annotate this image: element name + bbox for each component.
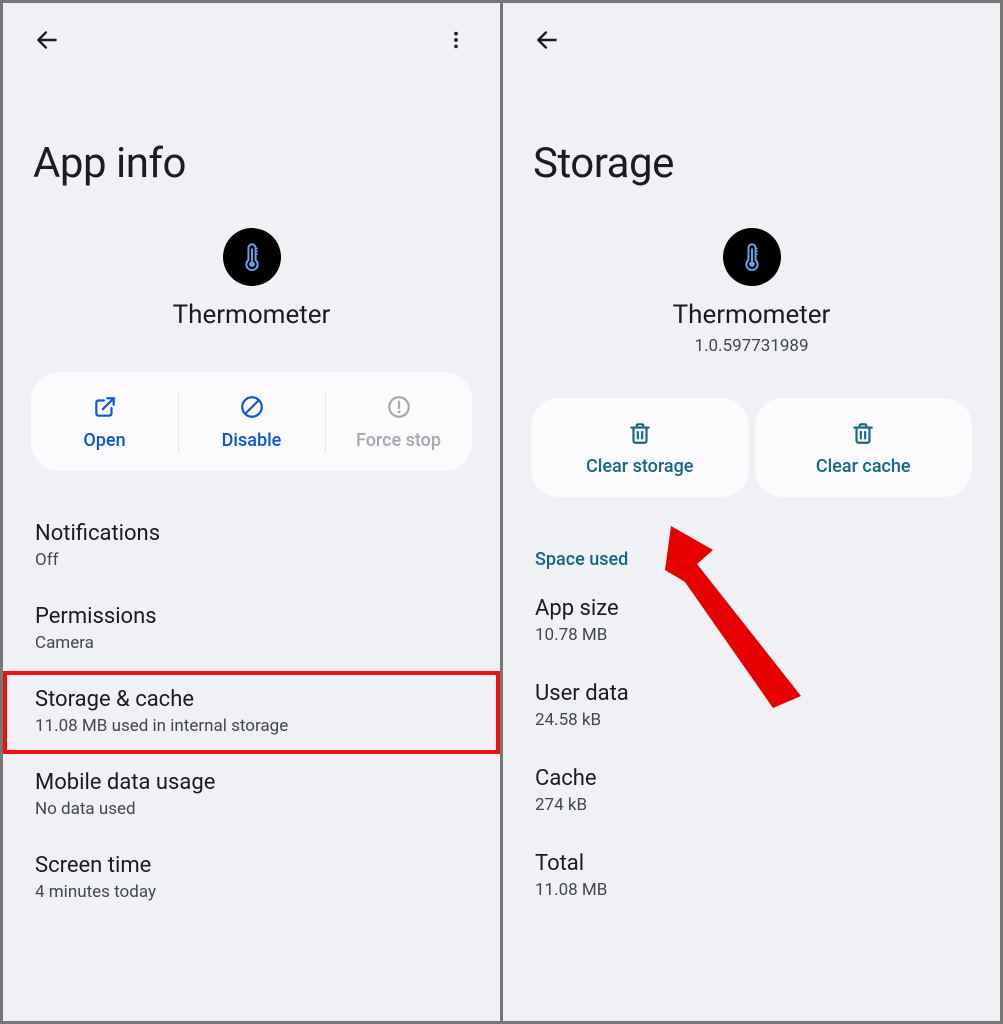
clear-storage-button[interactable]: Clear storage — [531, 398, 749, 497]
total-item: Total 11.08 MB — [503, 833, 1000, 918]
disable-button[interactable]: Disable — [178, 372, 325, 471]
arrow-left-icon — [34, 27, 60, 53]
app-header: Thermometer — [3, 228, 500, 340]
clear-cache-label: Clear cache — [816, 456, 911, 477]
clear-storage-label: Clear storage — [586, 456, 693, 477]
screen-time-item[interactable]: Screen time 4 minutes today — [3, 837, 500, 920]
app-name: Thermometer — [173, 300, 331, 330]
item-sub: Camera — [35, 633, 468, 653]
permissions-item[interactable]: Permissions Camera — [3, 588, 500, 671]
settings-list: Notifications Off Permissions Camera Sto… — [3, 483, 500, 920]
item-title: Screen time — [35, 853, 468, 878]
back-button[interactable] — [27, 20, 67, 60]
app-header: Thermometer 1.0.597731989 — [503, 228, 1000, 366]
stat-value: 11.08 MB — [535, 880, 968, 900]
item-sub: 4 minutes today — [35, 882, 468, 902]
app-size-item: App size 10.78 MB — [503, 578, 1000, 663]
storage-pane: Storage Thermometer 1.0.597731989 Clear … — [503, 3, 1000, 1021]
stat-title: Cache — [535, 766, 968, 791]
force-stop-button: Force stop — [325, 372, 472, 471]
item-title: Notifications — [35, 521, 468, 546]
stat-title: Total — [535, 851, 968, 876]
overflow-menu-button[interactable] — [436, 20, 476, 60]
stat-title: User data — [535, 681, 968, 706]
storage-cache-item[interactable]: Storage & cache 11.08 MB used in interna… — [3, 671, 500, 754]
space-used-label: Space used — [503, 509, 1000, 578]
page-title: Storage — [503, 65, 1000, 228]
app-icon — [723, 228, 781, 286]
thermometer-icon — [235, 240, 269, 274]
thermometer-icon — [735, 240, 769, 274]
open-button[interactable]: Open — [31, 372, 178, 471]
item-sub: No data used — [35, 799, 468, 819]
item-title: Storage & cache — [35, 687, 468, 712]
stat-value: 274 kB — [535, 795, 968, 815]
more-vert-icon — [445, 29, 467, 51]
open-icon — [92, 394, 118, 420]
cache-item: Cache 274 kB — [503, 748, 1000, 833]
back-button[interactable] — [527, 20, 567, 60]
open-label: Open — [83, 430, 125, 451]
trash-icon — [627, 420, 653, 446]
topbar — [3, 3, 500, 65]
disable-icon — [239, 394, 265, 420]
stat-value: 10.78 MB — [535, 625, 968, 645]
stat-value: 24.58 kB — [535, 710, 968, 730]
force-stop-label: Force stop — [356, 430, 441, 451]
item-title: Mobile data usage — [35, 770, 468, 795]
force-stop-icon — [386, 394, 412, 420]
stat-title: App size — [535, 596, 968, 621]
clear-cache-button[interactable]: Clear cache — [755, 398, 973, 497]
trash-icon — [850, 420, 876, 446]
storage-action-row: Clear storage Clear cache — [531, 398, 972, 497]
item-title: Permissions — [35, 604, 468, 629]
action-row: Open Disable Force stop — [31, 372, 472, 471]
app-name: Thermometer — [673, 300, 831, 330]
app-icon — [223, 228, 281, 286]
arrow-left-icon — [534, 27, 560, 53]
app-version: 1.0.597731989 — [694, 336, 808, 356]
mobile-data-item[interactable]: Mobile data usage No data used — [3, 754, 500, 837]
item-sub: Off — [35, 550, 468, 570]
user-data-item: User data 24.58 kB — [503, 663, 1000, 748]
stats-list: App size 10.78 MB User data 24.58 kB Cac… — [503, 578, 1000, 918]
disable-label: Disable — [222, 430, 282, 451]
notifications-item[interactable]: Notifications Off — [3, 505, 500, 588]
topbar — [503, 3, 1000, 65]
item-sub: 11.08 MB used in internal storage — [35, 716, 468, 736]
app-info-pane: App info Thermometer Open — [3, 3, 500, 1021]
page-title: App info — [3, 65, 500, 228]
